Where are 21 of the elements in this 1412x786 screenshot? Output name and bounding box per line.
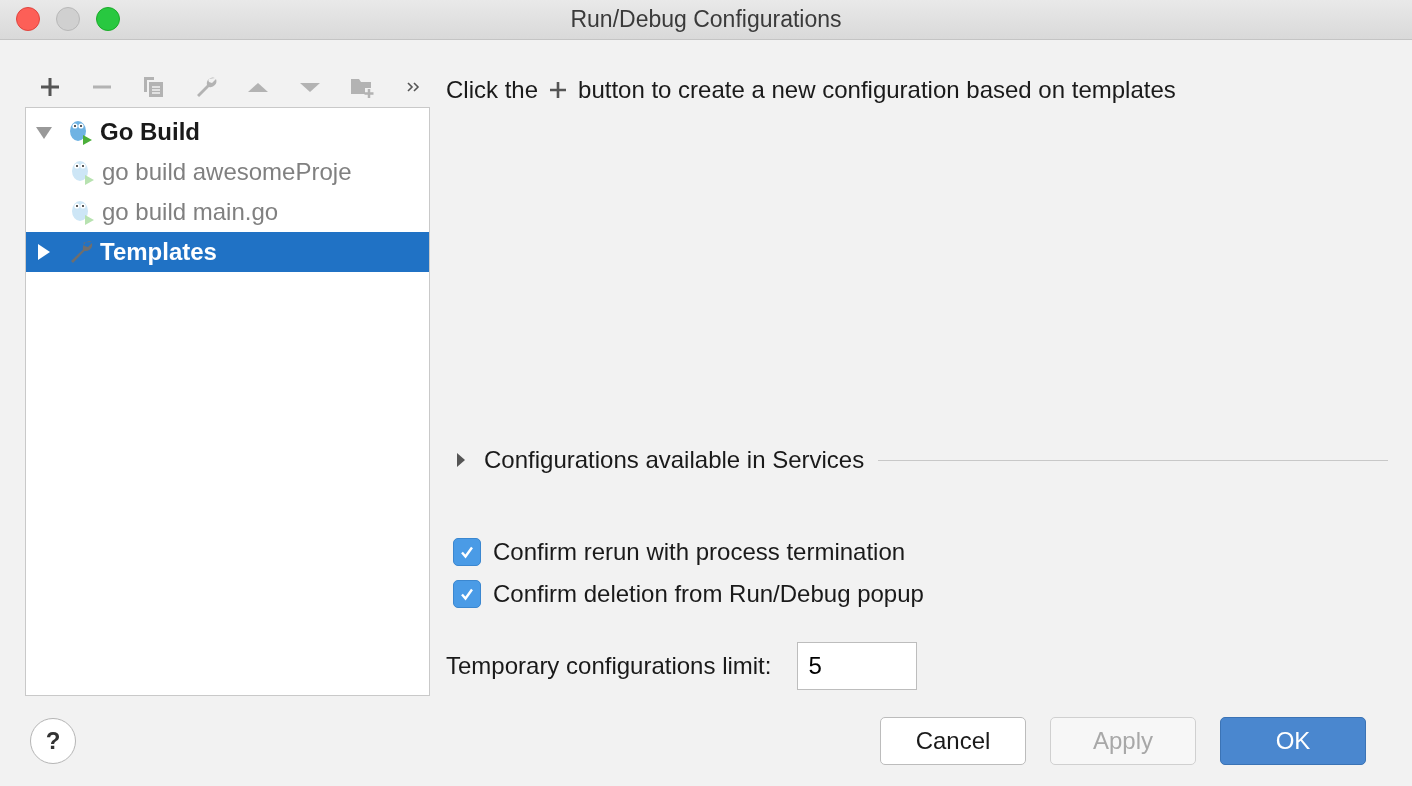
checkbox-label[interactable]: Confirm rerun with process termination [493,538,906,566]
checkbox[interactable] [453,580,481,608]
zoom-button[interactable] [96,7,120,31]
checkbox[interactable] [453,538,481,566]
window-title: Run/Debug Configurations [570,6,842,33]
tree-item[interactable]: go build main.go [26,191,429,232]
tree-item[interactable]: Templates [26,231,429,272]
hint-text: button to create a new configuration based on templates [578,76,1176,104]
minimize-button[interactable] [56,7,80,31]
dialog-button[interactable]: Cancel [880,717,1026,765]
plus-icon [548,80,569,100]
ok-button[interactable]: OK [1220,717,1366,765]
hint-text: Click the [446,76,539,104]
help-button[interactable]: ? [30,718,76,764]
tree-item[interactable]: Go Build [26,111,429,152]
checkbox-label[interactable]: Confirm deletion from Run/Debug popup [493,580,924,608]
close-button[interactable] [16,7,40,31]
limit-input[interactable]: 5 [797,642,918,690]
collapsible-section[interactable]: Configurations available in Services [446,446,865,474]
tree-item[interactable]: go build awesomeProje [26,151,429,192]
field-label: Temporary configurations limit: [446,652,772,680]
